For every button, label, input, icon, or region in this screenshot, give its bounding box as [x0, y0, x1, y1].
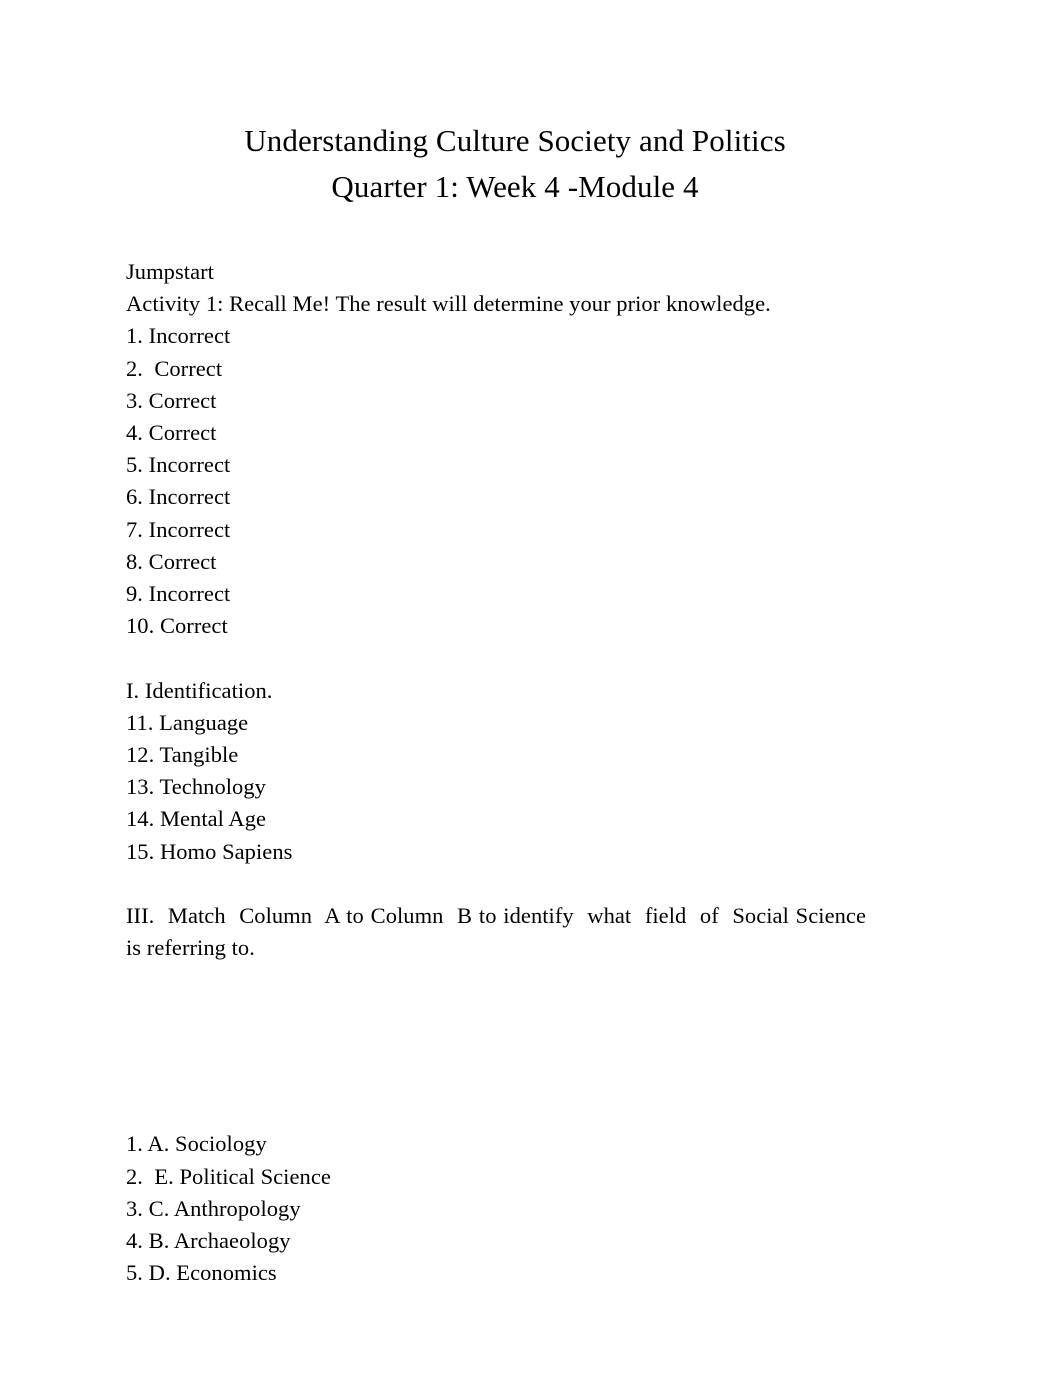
- answer-item: 15. Homo Sapiens: [126, 838, 293, 864]
- matching-table-blank-area: [126, 964, 866, 1128]
- answer-item: 5. D. Economics: [126, 1260, 277, 1286]
- title-line-2: Quarter 1: Week 4 -Module 4: [331, 169, 699, 204]
- document-page: Understanding Culture Society and Politi…: [0, 0, 1062, 1377]
- answer-item: 13. Technology: [126, 774, 266, 800]
- answer-item: 14. Mental Age: [126, 806, 267, 832]
- jumpstart-activity-line: Activity 1: Recall Me! The result will d…: [126, 291, 771, 317]
- answer-item: 5. Incorrect: [126, 452, 231, 478]
- jumpstart-heading: Jumpstart: [126, 259, 214, 284]
- document-body: Jumpstart Activity 1: Recall Me! The res…: [126, 256, 866, 1289]
- answer-item: 4. B. Archaeology: [126, 1228, 291, 1254]
- answer-item: 2. E. Political Science: [126, 1163, 331, 1189]
- answer-item: 1. A. Sociology: [126, 1131, 267, 1157]
- answer-item: 9. Incorrect: [126, 581, 231, 607]
- identification-heading: I. Identification.: [126, 677, 273, 703]
- answer-item: 4. Correct: [126, 420, 217, 446]
- answer-item: 3. C. Anthropology: [126, 1195, 301, 1221]
- answer-item: 8. Correct: [126, 548, 217, 574]
- answer-item: 1. Incorrect: [126, 323, 231, 349]
- answer-item: 7. Incorrect: [126, 516, 231, 542]
- title-line-1: Understanding Culture Society and Politi…: [244, 123, 786, 158]
- answer-item: 6. Incorrect: [126, 484, 231, 510]
- answer-item: 12. Tangible: [126, 742, 239, 768]
- document-title: Understanding Culture Society and Politi…: [0, 118, 1030, 210]
- answer-item: 2. Correct: [126, 355, 223, 381]
- answer-item: 11. Language: [126, 709, 249, 735]
- answer-item: 10. Correct: [126, 613, 228, 639]
- matching-instruction: III. Match Column A to Column B to ident…: [126, 903, 878, 961]
- answer-item: 3. Correct: [126, 387, 217, 413]
